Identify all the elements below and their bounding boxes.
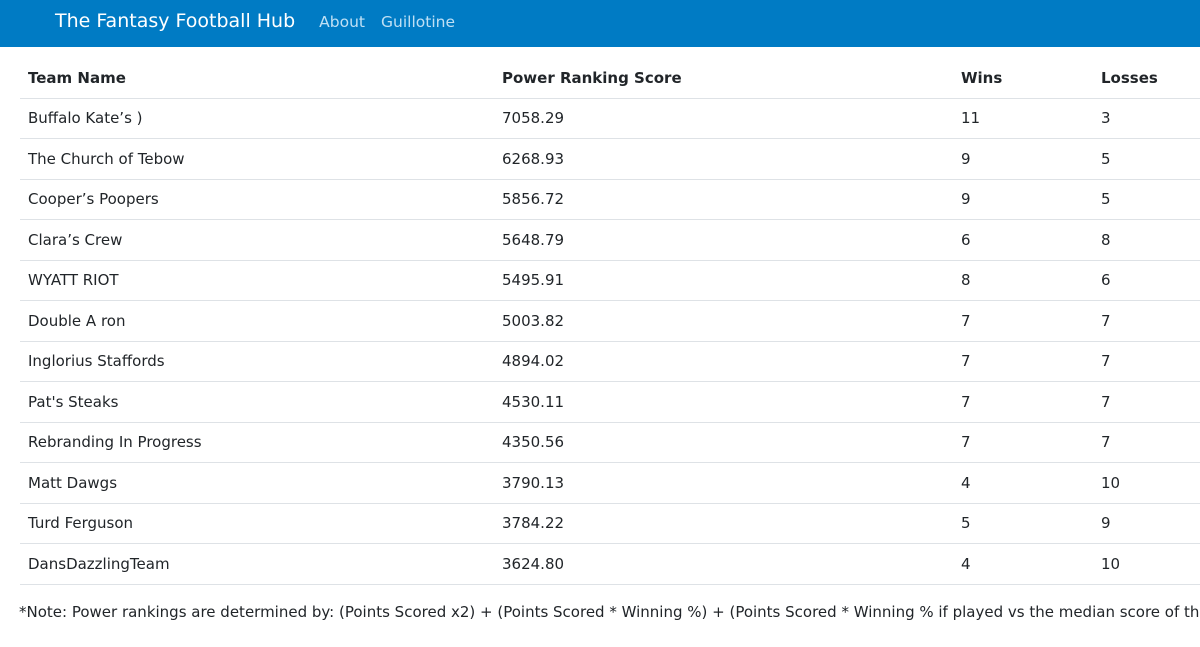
table-row: Clara’s Crew 5648.79 6 8 — [20, 219, 1200, 261]
losses-cell: 7 — [1093, 300, 1200, 342]
losses-cell: 7 — [1093, 341, 1200, 382]
score-cell: 5495.91 — [494, 260, 953, 301]
losses-cell: 9 — [1093, 503, 1200, 544]
team-name-cell: Inglorius Staffords — [20, 341, 494, 382]
losses-cell: 10 — [1093, 543, 1200, 585]
losses-cell: 8 — [1093, 219, 1200, 261]
power-rankings-table-container: Team Name Power Ranking Score Wins Losse… — [20, 58, 1200, 585]
wins-cell: 4 — [953, 462, 1093, 504]
header-wins: Wins — [953, 58, 1093, 99]
score-cell: 3790.13 — [494, 462, 953, 504]
table-row: WYATT RIOT 5495.91 8 6 — [20, 260, 1200, 301]
nav-link-about[interactable]: About — [319, 12, 365, 32]
score-cell: 4530.11 — [494, 381, 953, 423]
wins-cell: 9 — [953, 179, 1093, 220]
table-row: Rebranding In Progress 4350.56 7 7 — [20, 422, 1200, 463]
score-cell: 6268.93 — [494, 138, 953, 180]
losses-cell: 7 — [1093, 422, 1200, 463]
score-cell: 3624.80 — [494, 543, 953, 585]
score-cell: 3784.22 — [494, 503, 953, 544]
wins-cell: 7 — [953, 300, 1093, 342]
wins-cell: 7 — [953, 381, 1093, 423]
losses-cell: 7 — [1093, 381, 1200, 423]
score-cell: 7058.29 — [494, 98, 953, 139]
nav-link-guillotine[interactable]: Guillotine — [381, 12, 455, 32]
top-navbar: The Fantasy Football Hub About Guillotin… — [0, 0, 1200, 47]
wins-cell: 9 — [953, 138, 1093, 180]
team-name-cell: The Church of Tebow — [20, 138, 494, 180]
table-row: Turd Ferguson 3784.22 5 9 — [20, 503, 1200, 544]
wins-cell: 4 — [953, 543, 1093, 585]
team-name-cell: DansDazzlingTeam — [20, 543, 494, 585]
table-row: Inglorius Staffords 4894.02 7 7 — [20, 341, 1200, 382]
table-row: Buffalo Kate’s ) 7058.29 11 3 — [20, 98, 1200, 139]
team-name-cell: Matt Dawgs — [20, 462, 494, 504]
wins-cell: 8 — [953, 260, 1093, 301]
table-row: DansDazzlingTeam 3624.80 4 10 — [20, 543, 1200, 585]
wins-cell: 7 — [953, 341, 1093, 382]
team-name-cell: Double A ron — [20, 300, 494, 342]
losses-cell: 3 — [1093, 98, 1200, 139]
wins-cell: 5 — [953, 503, 1093, 544]
team-name-cell: Turd Ferguson — [20, 503, 494, 544]
header-power-ranking-score: Power Ranking Score — [494, 58, 953, 99]
team-name-cell: Cooper’s Poopers — [20, 179, 494, 220]
table-header-row: Team Name Power Ranking Score Wins Losse… — [20, 58, 1200, 99]
score-cell: 5856.72 — [494, 179, 953, 220]
team-name-cell: Pat's Steaks — [20, 381, 494, 423]
losses-cell: 5 — [1093, 179, 1200, 220]
team-name-cell: Buffalo Kate’s ) — [20, 98, 494, 139]
team-name-cell: Rebranding In Progress — [20, 422, 494, 463]
team-name-cell: WYATT RIOT — [20, 260, 494, 301]
power-rankings-table: Team Name Power Ranking Score Wins Losse… — [20, 58, 1200, 585]
table-row: Pat's Steaks 4530.11 7 7 — [20, 381, 1200, 423]
losses-cell: 10 — [1093, 462, 1200, 504]
losses-cell: 5 — [1093, 138, 1200, 180]
score-cell: 5003.82 — [494, 300, 953, 342]
losses-cell: 6 — [1093, 260, 1200, 301]
table-row: Matt Dawgs 3790.13 4 10 — [20, 462, 1200, 504]
table-row: Double A ron 5003.82 7 7 — [20, 300, 1200, 342]
score-cell: 4350.56 — [494, 422, 953, 463]
team-name-cell: Clara’s Crew — [20, 219, 494, 261]
wins-cell: 6 — [953, 219, 1093, 261]
score-cell: 4894.02 — [494, 341, 953, 382]
wins-cell: 11 — [953, 98, 1093, 139]
header-losses: Losses — [1093, 58, 1200, 99]
table-row: The Church of Tebow 6268.93 9 5 — [20, 138, 1200, 180]
power-ranking-note: *Note: Power rankings are determined by:… — [19, 603, 1200, 621]
header-team-name: Team Name — [20, 58, 494, 99]
score-cell: 5648.79 — [494, 219, 953, 261]
table-row: Cooper’s Poopers 5856.72 9 5 — [20, 179, 1200, 220]
brand-link[interactable]: The Fantasy Football Hub — [55, 11, 295, 31]
wins-cell: 7 — [953, 422, 1093, 463]
